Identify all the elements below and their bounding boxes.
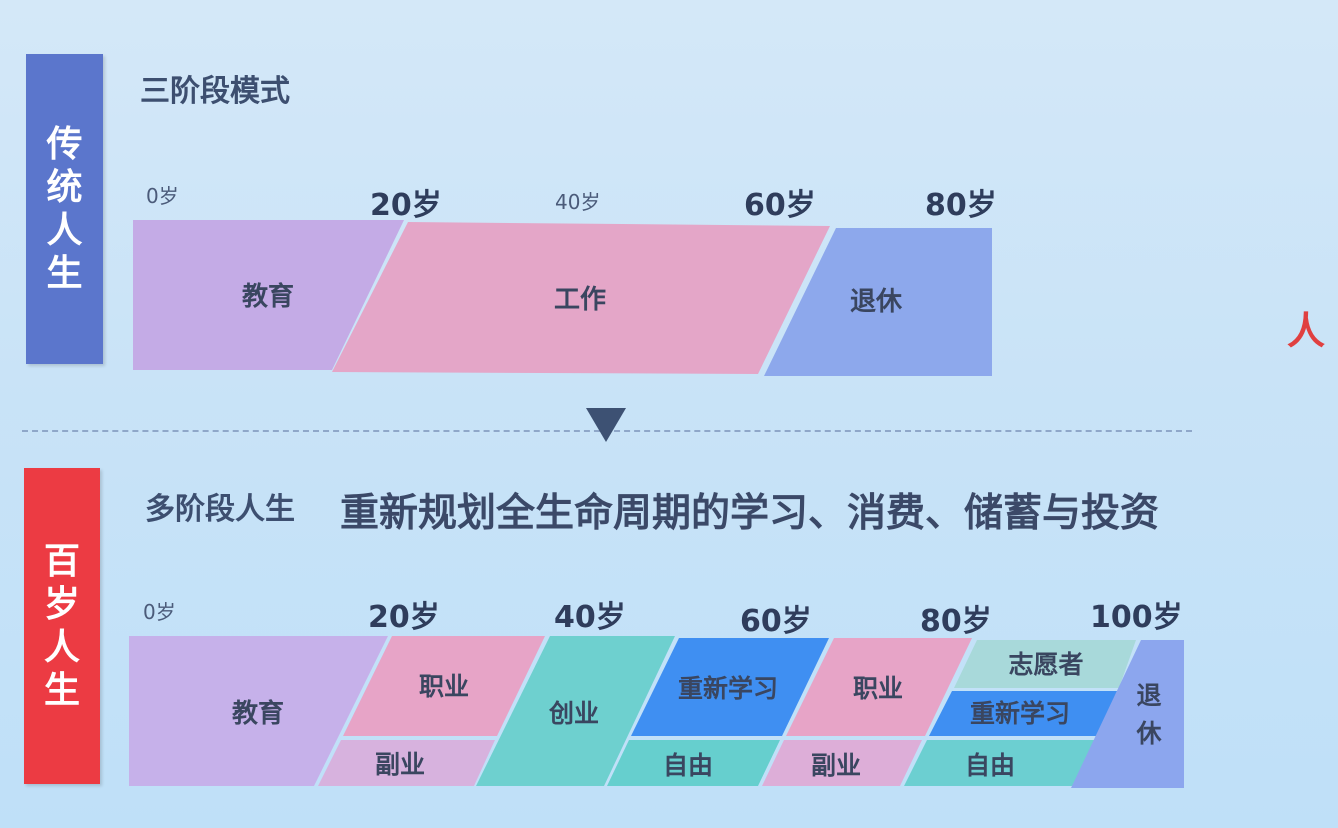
stage-retire-label-char: 休: [1135, 719, 1162, 748]
stage-side-job-1-label: 副业: [375, 750, 425, 779]
stage-relearn-2-label: 重新学习: [970, 699, 1070, 728]
stage-relearn-1-label: 重新学习: [678, 674, 778, 703]
stage-career-1-label: 职业: [419, 672, 469, 701]
centenarian-timeline: 教育 职业 副业 创业 重新学习 自由 职业 副业 志愿者 重新学习 自由 退 …: [129, 636, 1184, 788]
stage-freedom-1-label: 自由: [663, 751, 713, 780]
stage-education-label: 教育: [232, 698, 284, 729]
stage-career-2-label: 职业: [853, 674, 903, 703]
stage-volunteer-label: 志愿者: [1008, 650, 1083, 679]
stage-freedom-2: 自由: [904, 740, 1095, 786]
stage-freedom-1: 自由: [607, 740, 780, 786]
stage-freedom-2-label: 自由: [965, 751, 1015, 780]
stage-retire-label-char: 退: [1136, 681, 1161, 710]
stage-relearn-2: 重新学习: [929, 691, 1117, 736]
stage-volunteer: 志愿者: [954, 640, 1136, 688]
stage-side-job-2-label: 副业: [811, 751, 861, 780]
stage-side-job-1: 副业: [318, 740, 495, 786]
stage-side-job-2: 副业: [762, 740, 922, 786]
stage-startup-label: 创业: [548, 699, 599, 728]
